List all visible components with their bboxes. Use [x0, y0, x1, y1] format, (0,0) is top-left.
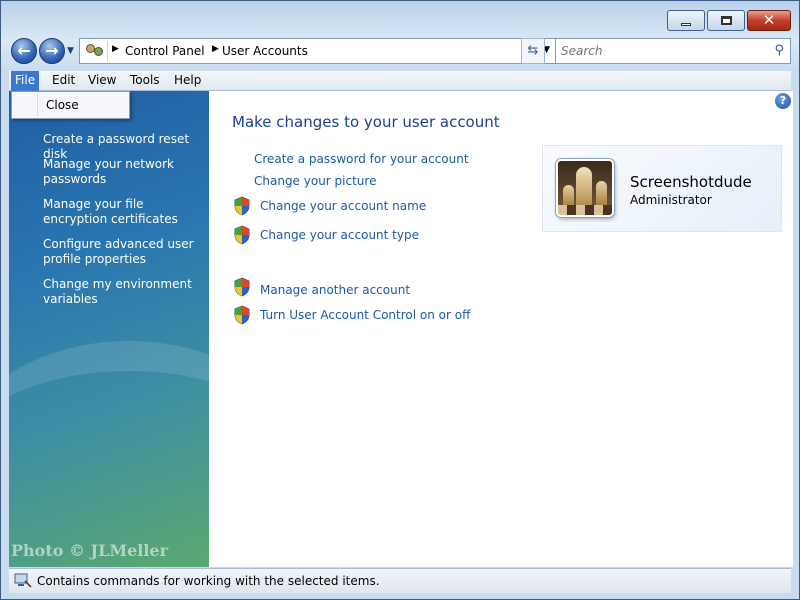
- status-bar: Contains commands for working with the s…: [9, 568, 791, 593]
- uac-shield-icon: [234, 225, 250, 245]
- refresh-icon: ⇆: [527, 43, 539, 58]
- search-icon[interactable]: ⚲: [774, 43, 784, 58]
- photo-watermark: Photo © JLMeller: [11, 541, 169, 560]
- sidebar-link-encryption-certificates[interactable]: Manage your file encryption certificates: [43, 197, 203, 227]
- avatar: [556, 159, 614, 217]
- maximize-button[interactable]: [707, 10, 745, 31]
- uac-shield-icon: [234, 305, 250, 325]
- forward-button[interactable]: →: [39, 38, 65, 64]
- user-role: Administrator: [630, 193, 712, 207]
- sidebar-link-profile-properties[interactable]: Configure advanced user profile properti…: [43, 237, 203, 267]
- caption-buttons: ✕: [667, 10, 791, 31]
- sidebar-decoration: [9, 341, 209, 567]
- navigation-bar: ← → ▼ ▶ Control Panel ▶ User Accounts ▼ …: [9, 37, 791, 65]
- menu-file[interactable]: File: [11, 71, 40, 91]
- computer-icon: [14, 573, 32, 588]
- menu-help[interactable]: Help: [170, 73, 205, 87]
- link-manage-another-account[interactable]: Manage another account: [260, 283, 410, 297]
- status-text: Contains commands for working with the s…: [37, 574, 380, 588]
- window-frame: ✕ ← → ▼ ▶ Control Panel ▶ User Accounts …: [0, 0, 800, 600]
- menu-tools[interactable]: Tools: [126, 73, 164, 87]
- close-icon: ✕: [762, 11, 776, 29]
- uac-shield-icon: [234, 277, 250, 297]
- minimize-button[interactable]: [667, 10, 705, 31]
- main-content: ? Make changes to your user account Crea…: [209, 91, 793, 567]
- link-create-password[interactable]: Create a password for your account: [254, 152, 469, 166]
- menu-bar: File Edit View Tools Help: [9, 71, 791, 91]
- menu-edit[interactable]: Edit: [48, 73, 79, 87]
- sidebar-link-network-passwords[interactable]: Manage your network passwords: [43, 157, 203, 187]
- user-account-card: Screenshotdude Administrator: [542, 145, 782, 232]
- search-box[interactable]: ⚲: [555, 38, 791, 64]
- chevron-right-icon[interactable]: ▶: [112, 44, 119, 54]
- tasks-sidebar: Create a password reset disk Manage your…: [9, 91, 209, 567]
- user-name: Screenshotdude: [630, 173, 752, 191]
- chevron-right-icon[interactable]: ▶: [212, 44, 219, 54]
- search-input[interactable]: [561, 40, 761, 62]
- link-user-account-control[interactable]: Turn User Account Control on or off: [260, 308, 470, 322]
- breadcrumb-user-accounts[interactable]: User Accounts: [222, 44, 308, 58]
- close-button[interactable]: ✕: [747, 10, 791, 31]
- arrow-left-icon: ←: [17, 41, 31, 60]
- link-change-account-type[interactable]: Change your account type: [260, 228, 419, 242]
- maximize-icon: [721, 16, 732, 25]
- link-change-account-name[interactable]: Change your account name: [260, 199, 426, 213]
- user-accounts-icon: [82, 41, 108, 61]
- recent-pages-dropdown[interactable]: ▼: [67, 46, 74, 56]
- uac-shield-icon: [234, 196, 250, 216]
- help-icon[interactable]: ?: [775, 93, 791, 109]
- page-title: Make changes to your user account: [232, 113, 500, 131]
- sidebar-link-environment-variables[interactable]: Change my environment variables: [43, 277, 203, 307]
- breadcrumb-control-panel[interactable]: Control Panel: [125, 44, 205, 58]
- minimize-icon: [681, 23, 691, 26]
- menu-item-close[interactable]: Close: [46, 98, 79, 112]
- menu-gutter: [37, 94, 38, 116]
- arrow-right-icon: →: [45, 41, 59, 60]
- menu-view[interactable]: View: [84, 73, 120, 87]
- back-button[interactable]: ←: [11, 38, 37, 64]
- address-bar[interactable]: ▶ Control Panel ▶ User Accounts ▼: [79, 38, 557, 64]
- link-change-picture[interactable]: Change your picture: [254, 174, 376, 188]
- refresh-button[interactable]: ⇆: [521, 38, 545, 64]
- file-menu-dropdown: Close: [11, 91, 130, 119]
